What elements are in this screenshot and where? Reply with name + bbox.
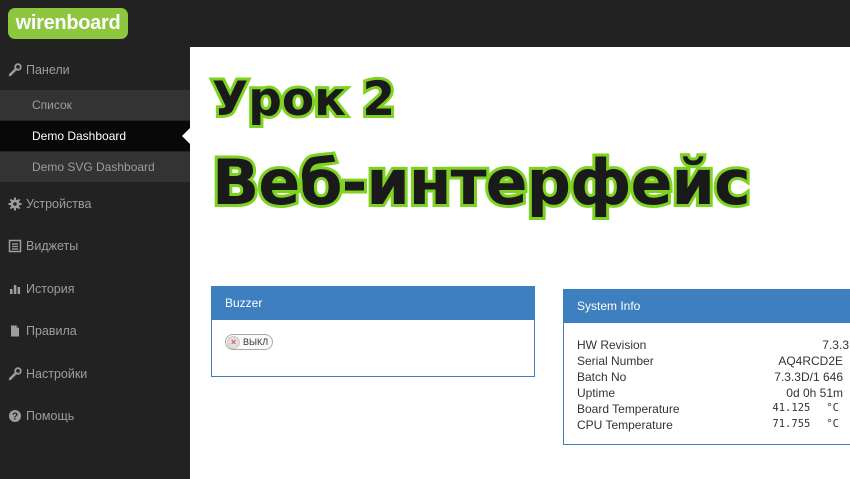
info-value: 7.3.3D/1 646 — [774, 370, 843, 384]
panel-title: Buzzer — [212, 287, 534, 320]
temperature-unit: °C — [826, 402, 839, 414]
info-label: HW Revision — [577, 338, 647, 352]
info-row-batch-no: Batch No 7.3.3D/1 646 — [577, 370, 850, 386]
info-value: 7.3.3 — [822, 338, 849, 352]
sidebar-item-widgets[interactable]: Виджеты — [0, 231, 190, 261]
info-row-hw-revision: HW Revision 7.3.3 — [577, 338, 850, 354]
sidebar-subitem-demo-dashboard[interactable]: Demo Dashboard — [0, 121, 190, 151]
info-label: Board Temperature — [577, 402, 680, 416]
info-row-serial-number: Serial Number AQ4RCD2E — [577, 354, 850, 370]
sidebar-item-help[interactable]: ? Помощь — [0, 401, 190, 431]
close-icon: × — [227, 335, 240, 349]
info-label: Serial Number — [577, 354, 654, 368]
sidebar-item-devices[interactable]: Устройства — [0, 189, 190, 219]
info-value: 0d 0h 51m — [786, 386, 843, 400]
bar-chart-icon — [8, 282, 22, 296]
sidebar-item-settings[interactable]: Настройки — [0, 359, 190, 389]
info-label: CPU Temperature — [577, 418, 673, 432]
sidebar-item-label: Помощь — [26, 409, 75, 423]
document-icon — [8, 324, 22, 338]
gear-icon — [8, 197, 22, 211]
sidebar-subitem-list[interactable]: Список — [0, 90, 190, 120]
question-icon: ? — [8, 409, 22, 423]
sidebar-item-label: Панели — [26, 63, 70, 77]
temperature-value: 71.755 — [772, 418, 811, 430]
sidebar: Панели Список Demo Dashboard Demo SVG Da… — [0, 47, 190, 479]
buzzer-toggle[interactable]: × ВЫКЛ — [225, 334, 274, 350]
info-row-uptime: Uptime 0d 0h 51m — [577, 386, 850, 402]
sidebar-item-label: История — [26, 282, 75, 296]
sidebar-item-history[interactable]: История — [0, 274, 190, 304]
info-row-cpu-temperature: CPU Temperature 71.755 °C — [577, 418, 850, 434]
panel-title: System Info — [564, 290, 850, 323]
list-icon — [8, 239, 22, 253]
lesson-subtitle: Веб-интерфейс — [209, 143, 754, 222]
temperature-unit: °C — [826, 418, 839, 430]
buzzer-panel: Buzzer × ВЫКЛ — [211, 286, 535, 377]
wrench-icon — [8, 63, 22, 77]
top-navbar: wirenboard — [0, 0, 850, 47]
info-value: 71.755 °C — [772, 418, 839, 430]
info-value: 41.125 °C — [772, 402, 839, 414]
info-value: AQ4RCD2E — [778, 354, 843, 368]
sidebar-item-label: Правила — [26, 324, 77, 338]
lesson-title: Урок 2 — [209, 69, 398, 130]
sidebar-subitem-demo-svg-dashboard[interactable]: Demo SVG Dashboard — [0, 152, 190, 182]
svg-text:?: ? — [12, 412, 18, 423]
sidebar-item-label: Настройки — [26, 367, 88, 381]
sidebar-item-label: Устройства — [26, 197, 92, 211]
info-label: Batch No — [577, 370, 627, 384]
sidebar-item-rules[interactable]: Правила — [0, 316, 190, 346]
info-label: Uptime — [577, 386, 616, 400]
sidebar-item-label: Виджеты — [26, 239, 79, 253]
toggle-label: ВЫКЛ — [243, 337, 269, 347]
info-row-board-temperature: Board Temperature 41.125 °C — [577, 402, 850, 418]
wrench-icon — [8, 367, 22, 381]
sidebar-item-panels[interactable]: Панели — [0, 55, 190, 85]
temperature-value: 41.125 — [772, 402, 811, 414]
system-info-panel: System Info HW Revision 7.3.3 Serial Num… — [563, 289, 850, 445]
wirenboard-logo[interactable]: wirenboard — [8, 8, 128, 39]
